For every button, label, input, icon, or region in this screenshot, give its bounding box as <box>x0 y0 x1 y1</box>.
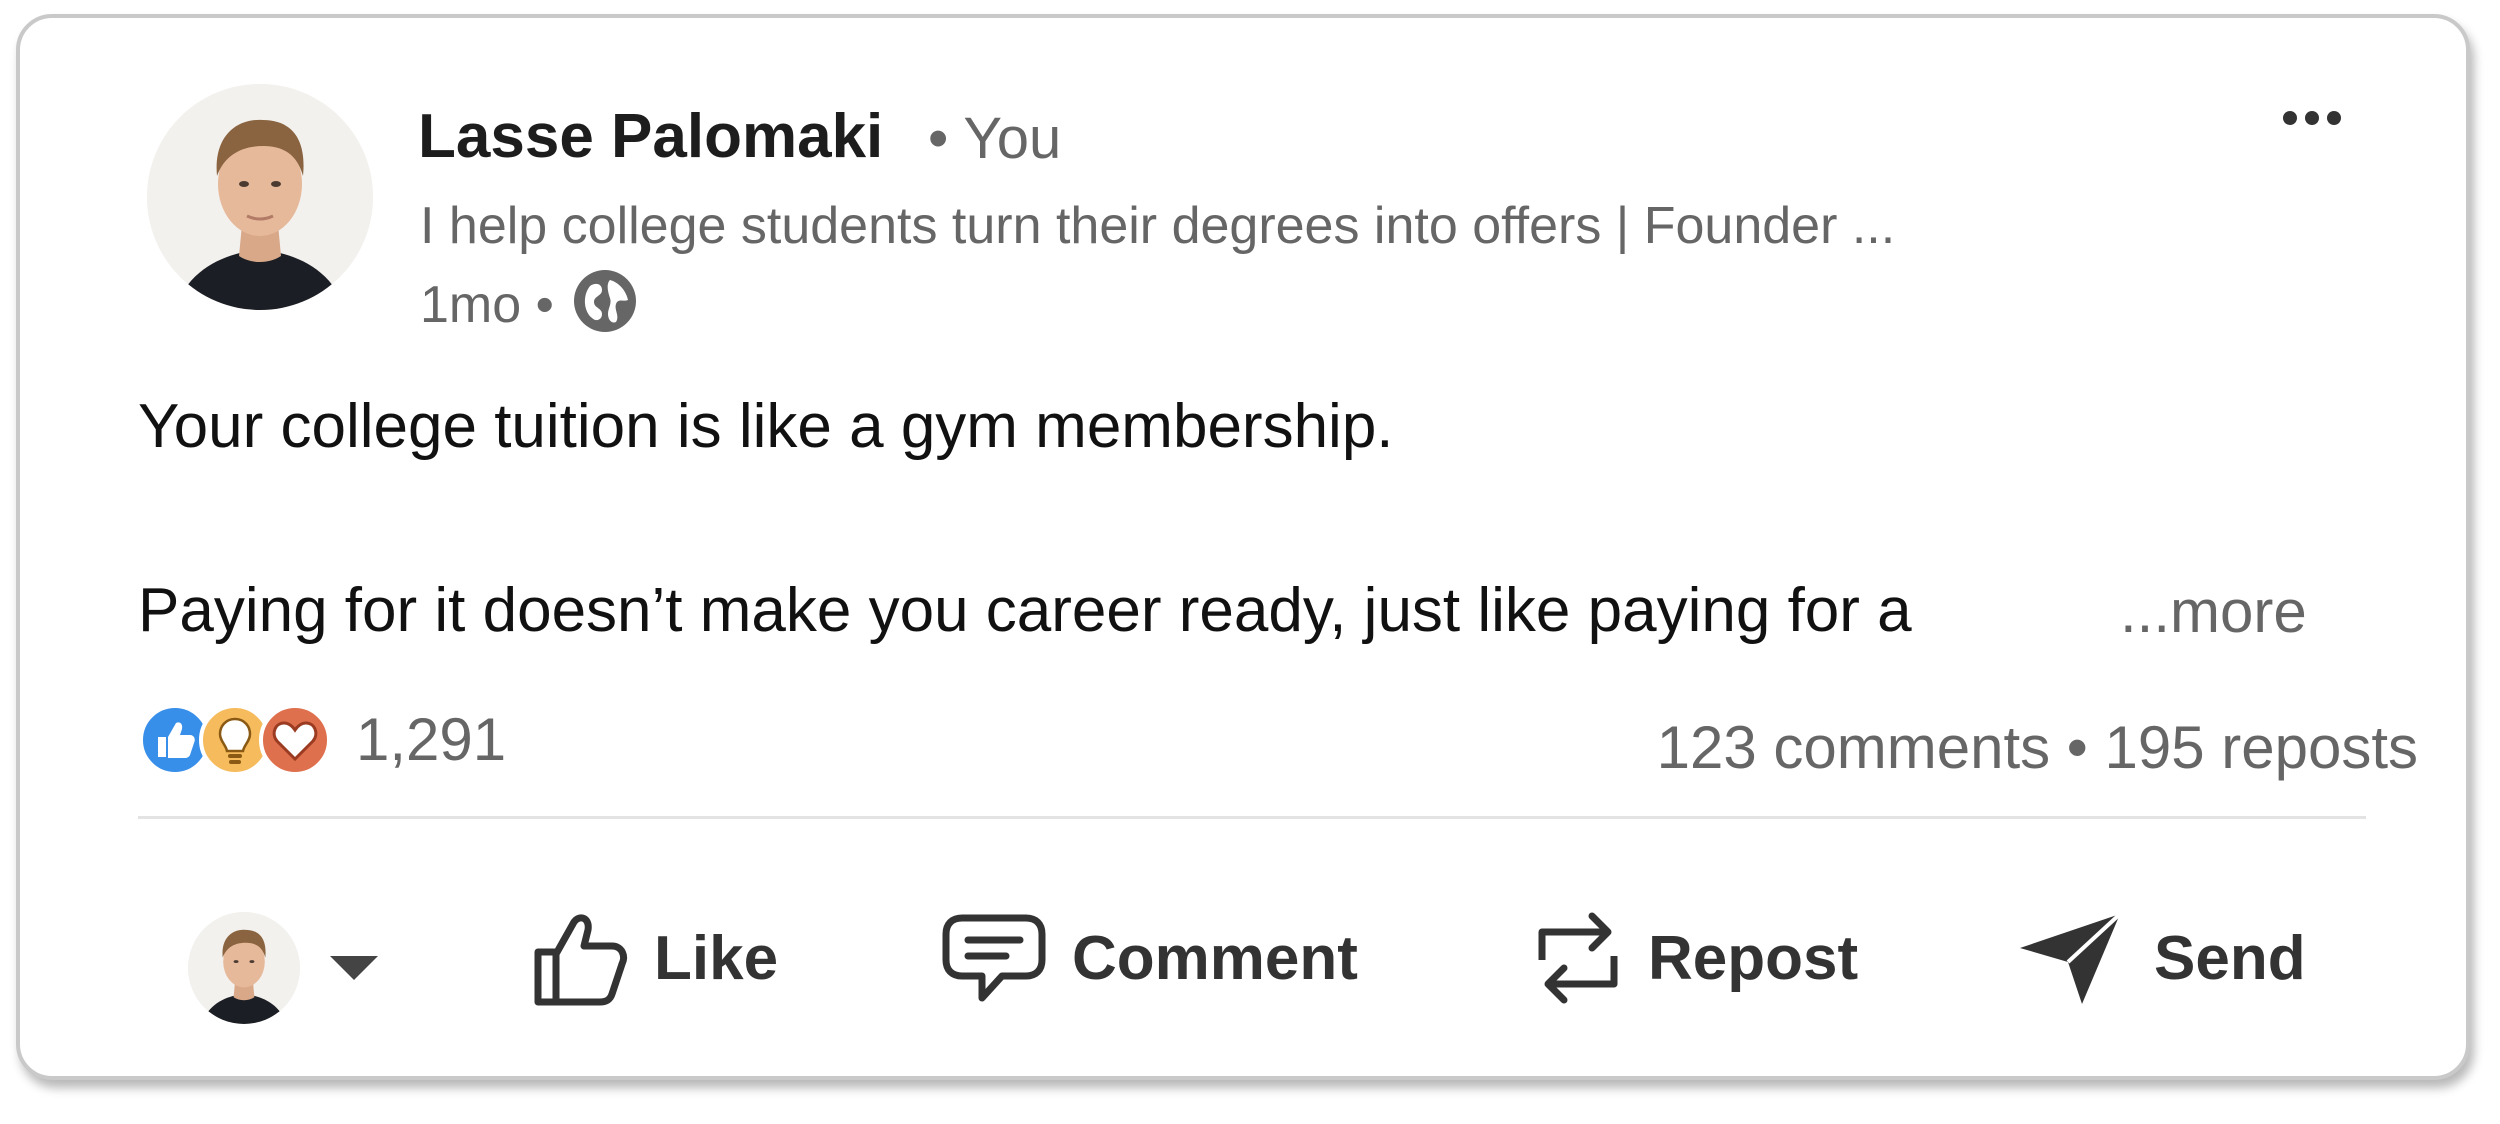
see-more-link[interactable]: ...more <box>2120 582 2307 642</box>
comment-label: Comment <box>1072 923 1358 993</box>
author-name[interactable]: Lasse Palomaki <box>418 106 883 168</box>
reaction-actor-selector[interactable] <box>188 912 378 1024</box>
author-headline: I help college students turn their degre… <box>420 197 1896 255</box>
repost-icon <box>1538 912 1618 1004</box>
globe-icon <box>572 268 638 334</box>
comment-icon <box>942 914 1046 1002</box>
send-icon <box>2020 912 2122 1004</box>
post-text-line: Your college tuition is like a gym membe… <box>138 392 1394 461</box>
post-text-line: Paying for it doesn’t make you career re… <box>138 576 1912 645</box>
send-label: Send <box>2154 923 2306 993</box>
author-avatar[interactable] <box>147 84 373 310</box>
reactions-summary[interactable]: 1,291 <box>138 700 506 780</box>
divider <box>138 816 2366 819</box>
author-relation: • You <box>928 106 1062 171</box>
action-bar: Like Comment Repost Send <box>20 888 2474 1028</box>
repost-button[interactable]: Repost <box>1532 888 1858 1028</box>
like-button[interactable]: Like <box>530 888 778 1028</box>
reactions-count[interactable]: 1,291 <box>356 710 506 770</box>
chevron-down-icon[interactable] <box>330 956 378 980</box>
more-options-icon[interactable] <box>2272 98 2352 138</box>
comments-reposts-count[interactable]: 123 comments • 195 reposts <box>1657 718 2418 778</box>
comment-button[interactable]: Comment <box>940 888 1358 1028</box>
post-card: Lasse Palomaki • You I help college stud… <box>16 14 2470 1080</box>
repost-label: Repost <box>1648 923 1859 993</box>
love-icon <box>259 704 331 776</box>
actor-avatar <box>188 912 300 1024</box>
post-timestamp: 1mo • <box>420 276 554 334</box>
thumbs-up-icon <box>534 914 628 1006</box>
like-label: Like <box>654 923 779 993</box>
reaction-icons <box>138 703 344 777</box>
post-meta: 1mo • <box>420 270 638 334</box>
send-button[interactable]: Send <box>2016 888 2306 1028</box>
